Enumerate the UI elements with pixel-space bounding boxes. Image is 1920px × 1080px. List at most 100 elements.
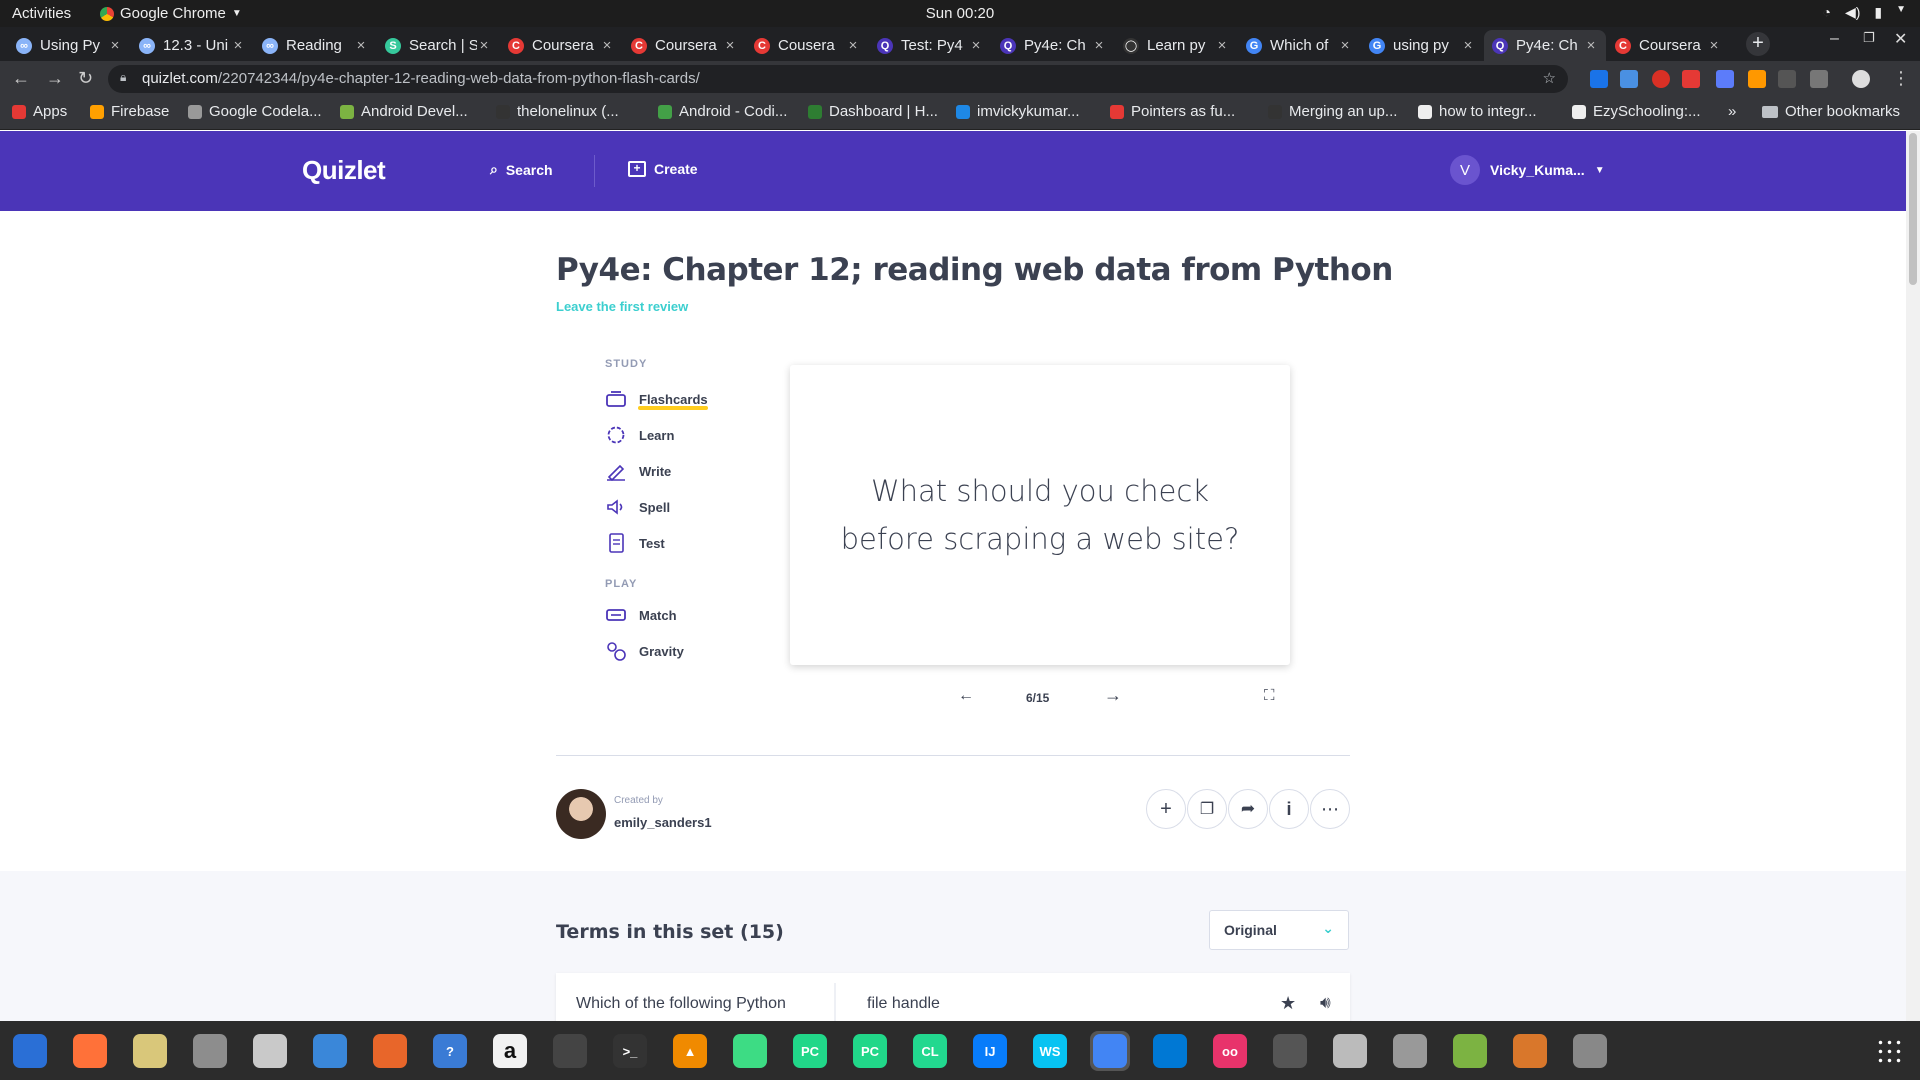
fullscreen-icon[interactable]: ⛶ [1264, 687, 1275, 704]
webcam-icon[interactable] [1570, 1031, 1610, 1071]
tab[interactable]: Q Test: Py4 × [869, 30, 991, 61]
other-bookmarks-folder[interactable]: Other bookmarks [1762, 103, 1900, 120]
close-tab-icon[interactable]: × [1338, 37, 1352, 54]
play-mode-gravity[interactable]: Gravity [605, 641, 684, 661]
extension-icon[interactable] [1682, 70, 1700, 88]
speaker-icon[interactable]: 🔊︎ [1320, 993, 1331, 1013]
study-mode-learn[interactable]: Learn [605, 425, 674, 445]
close-tab-icon[interactable]: × [1092, 37, 1106, 54]
address-bar[interactable]: 🔒︎ quizlet.com/220742344/py4e-chapter-12… [108, 65, 1568, 93]
previous-card-button[interactable]: ← [958, 687, 974, 705]
play-mode-match[interactable]: Match [605, 605, 677, 625]
close-tab-icon[interactable]: × [1707, 37, 1721, 54]
terminal-icon[interactable]: >_ [610, 1031, 650, 1071]
bookmark-item[interactable]: Android Devel... [340, 103, 468, 120]
image-viewer-icon[interactable] [1450, 1031, 1490, 1071]
minimize-icon[interactable]: – [1830, 30, 1839, 48]
tab[interactable]: Q Py4e: Ch × [992, 30, 1114, 61]
share-icon[interactable]: ➦ [1228, 789, 1268, 829]
creator-avatar[interactable] [556, 789, 606, 839]
files-icon[interactable] [190, 1031, 230, 1071]
tab[interactable]: C Coursera × [500, 30, 622, 61]
close-tab-icon[interactable]: × [477, 37, 491, 54]
close-tab-icon[interactable]: × [231, 37, 245, 54]
clock[interactable]: Sun 00:20 [0, 5, 1920, 22]
webstorm-icon[interactable]: WS [1030, 1031, 1070, 1071]
show-applications-icon[interactable] [1876, 1038, 1902, 1064]
vlc-icon[interactable]: ▲ [670, 1031, 710, 1071]
extension-icon[interactable] [1778, 70, 1796, 88]
forward-button[interactable]: → [46, 68, 64, 89]
android-studio-icon[interactable] [730, 1031, 770, 1071]
bookmark-item[interactable]: Firebase [90, 103, 169, 120]
color-picker-icon[interactable] [1270, 1031, 1310, 1071]
creator-username[interactable]: emily_sanders1 [614, 815, 712, 830]
tab[interactable]: S Search | S × [377, 30, 499, 61]
bookmark-item[interactable]: thelonelinux (... [496, 103, 619, 120]
tab[interactable]: ∞ Using Py × [8, 30, 130, 61]
tab[interactable]: Q Py4e: Ch × [1484, 30, 1606, 61]
extension-icon[interactable] [1810, 70, 1828, 88]
close-tab-icon[interactable]: × [723, 37, 737, 54]
printer-icon[interactable] [1330, 1031, 1370, 1071]
bookmark-item[interactable]: Apps [12, 103, 67, 120]
info-icon[interactable]: i [1269, 789, 1309, 829]
tab[interactable]: ∞ 12.3 - Uni × [131, 30, 253, 61]
new-tab-button[interactable]: + [1746, 32, 1770, 56]
text-editor-icon[interactable] [250, 1031, 290, 1071]
video-editor-icon[interactable] [550, 1031, 590, 1071]
pycharm-pro-icon[interactable]: PC [850, 1031, 890, 1071]
tab[interactable]: ◯ Learn py × [1115, 30, 1237, 61]
bookmark-item[interactable]: Merging an up... [1268, 103, 1397, 120]
bookmark-item[interactable]: Dashboard | H... [808, 103, 938, 120]
flashcard[interactable]: What should you check before scraping a … [790, 365, 1290, 665]
tab[interactable]: C Cousera × [746, 30, 868, 61]
close-tab-icon[interactable]: × [600, 37, 614, 54]
intellij-icon[interactable]: IJ [970, 1031, 1010, 1071]
next-card-button[interactable]: → [1104, 685, 1122, 706]
thunderbird-icon[interactable] [10, 1031, 50, 1071]
leave-review-link[interactable]: Leave the first review [556, 299, 688, 314]
pycharm-icon[interactable]: PC [790, 1031, 830, 1071]
more-options-icon[interactable]: ⋯ [1310, 789, 1350, 829]
scrollbar-thumb[interactable] [1909, 133, 1917, 285]
rhythmbox-icon[interactable] [130, 1031, 170, 1071]
bookmark-item[interactable]: Pointers as fu... [1110, 103, 1235, 120]
tab[interactable]: G Which of × [1238, 30, 1360, 61]
study-mode-test[interactable]: Test [605, 533, 665, 553]
writer-icon[interactable] [310, 1031, 350, 1071]
help-icon[interactable]: ? [430, 1031, 470, 1071]
create-button[interactable]: + Create [628, 161, 698, 177]
sort-dropdown[interactable]: Original ⌄ [1209, 910, 1349, 950]
restore-icon[interactable]: ❐ [1863, 30, 1875, 46]
reload-button[interactable]: ↻ [78, 68, 93, 89]
extension-icon[interactable] [1590, 70, 1608, 88]
quizlet-logo[interactable]: Quizlet [302, 155, 386, 186]
close-tab-icon[interactable]: × [354, 37, 368, 54]
flickr-icon[interactable]: oo [1210, 1031, 1250, 1071]
close-tab-icon[interactable]: × [1584, 37, 1598, 54]
bookmark-item[interactable]: Google Codela... [188, 103, 322, 120]
back-button[interactable]: ← [12, 68, 30, 89]
bookmark-item[interactable]: Android - Codi... [658, 103, 787, 120]
chrome-icon[interactable] [1090, 1031, 1130, 1071]
extension-icon[interactable] [1716, 70, 1734, 88]
search-button[interactable]: ⌕ Search [490, 161, 553, 178]
extension-icon[interactable] [1620, 70, 1638, 88]
user-menu[interactable]: V Vicky_Kuma... ▼ [1450, 155, 1605, 185]
system-tray[interactable]: ◔ ◀) ▮ ▼ [1822, 4, 1906, 21]
vscode-icon[interactable] [1150, 1031, 1190, 1071]
close-tab-icon[interactable]: × [108, 37, 122, 54]
profile-avatar-icon[interactable] [1852, 70, 1870, 88]
close-window-icon[interactable]: ✕ [1894, 29, 1907, 49]
tab[interactable]: ∞ Reading × [254, 30, 376, 61]
tab[interactable]: C Coursera × [1607, 30, 1729, 61]
tab[interactable]: C Coursera × [623, 30, 745, 61]
bookmarks-overflow-button[interactable]: » [1728, 103, 1736, 120]
tab[interactable]: Gusing py × [1361, 30, 1483, 61]
bookmark-item[interactable]: how to integr... [1418, 103, 1537, 120]
star-icon[interactable]: ★ [1280, 993, 1296, 1014]
bookmark-star-icon[interactable]: ☆ [1543, 69, 1556, 87]
bookmark-item[interactable]: EzySchooling:... [1572, 103, 1701, 120]
extension-icon[interactable] [1748, 70, 1766, 88]
